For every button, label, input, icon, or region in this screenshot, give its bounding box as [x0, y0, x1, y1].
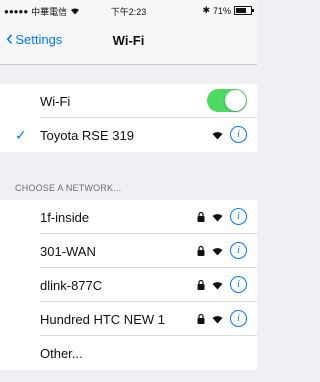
section-header: CHOOSE A NETWORK...: [15, 183, 122, 193]
wifi-signal-icon: [211, 246, 224, 256]
connected-network-row[interactable]: ✓ Toyota RSE 319 i: [0, 118, 257, 152]
wifi-signal-icon: [211, 280, 224, 290]
network-row[interactable]: 1f-inside i: [0, 200, 257, 234]
network-name: Hundred HTC NEW 1: [40, 312, 165, 327]
checkmark-icon: ✓: [15, 127, 27, 143]
wifi-toggle-row: Wi-Fi: [0, 84, 257, 118]
info-icon[interactable]: i: [230, 242, 247, 259]
network-name: dlink-877C: [40, 278, 103, 293]
wifi-toggle-switch[interactable]: [207, 89, 247, 112]
lock-icon: [197, 279, 205, 290]
lock-icon: [197, 211, 205, 222]
lock-icon: [197, 245, 205, 256]
connected-network-name: Toyota RSE 319: [40, 128, 134, 143]
info-icon[interactable]: i: [230, 310, 247, 327]
network-row[interactable]: 301-WAN i: [0, 234, 257, 268]
wifi-signal-icon: [211, 212, 224, 222]
navigation-bar: ‹ Settings Wi-Fi: [0, 20, 257, 65]
network-row[interactable]: Hundred HTC NEW 1 i: [0, 302, 257, 336]
info-icon[interactable]: i: [230, 126, 247, 143]
battery-percent: 71%: [212, 5, 231, 16]
wifi-toggle-label: Wi-Fi: [40, 94, 71, 109]
page-title: Wi-Fi: [112, 33, 145, 48]
wifi-signal-icon: [211, 314, 224, 324]
lock-icon: [197, 313, 205, 324]
battery-icon: [234, 6, 254, 15]
info-icon[interactable]: i: [230, 208, 247, 225]
bluetooth-icon: ✱: [202, 5, 210, 15]
other-network-row[interactable]: Other...: [0, 336, 257, 370]
network-name: 1f-inside: [40, 210, 90, 225]
status-bar: ●●●●● 中華電信 下午2:23 ✱ 71%: [0, 0, 257, 20]
info-icon[interactable]: i: [230, 276, 247, 293]
wifi-signal-icon: [211, 130, 224, 140]
network-name: 301-WAN: [40, 244, 96, 259]
network-row[interactable]: dlink-877C i: [0, 268, 257, 302]
other-network-label: Other...: [40, 346, 83, 361]
